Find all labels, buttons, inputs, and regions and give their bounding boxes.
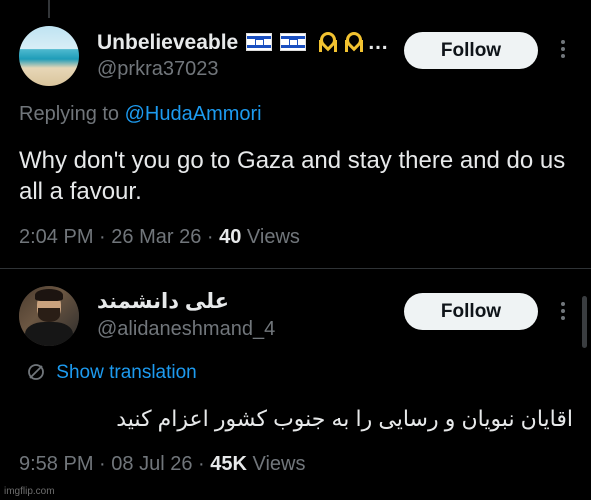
tweet-post[interactable]: Unbelieveable … @prkra37023 Follow Reply… <box>0 0 591 268</box>
yellow-ribbon-icon <box>344 32 358 52</box>
avatar[interactable] <box>19 26 79 86</box>
tweet-date[interactable]: 08 Jul 26 <box>111 453 192 475</box>
replying-prefix: Replying to <box>19 103 120 125</box>
views-label: Views <box>246 226 300 248</box>
name-ellipsis: … <box>367 31 389 54</box>
show-translation-label[interactable]: Show translation <box>56 362 196 383</box>
replying-to-line: Replying to @HudaAmmori <box>19 103 262 126</box>
israel-flag-icon <box>246 33 273 51</box>
avatar[interactable] <box>19 286 79 346</box>
tweet-text: Why don't you go to Gaza and stay there … <box>19 147 566 205</box>
display-name-text[interactable]: Unbelieveable <box>97 31 238 54</box>
tweet-time[interactable]: 2:04 PM <box>19 226 93 248</box>
tweet-text: اقایان نبویان و رسایی را به جنوب کشور اع… <box>116 406 573 431</box>
tweet-date[interactable]: 26 Mar 26 <box>111 226 201 248</box>
views-count: 40 <box>219 226 242 248</box>
replying-to-link[interactable]: @HudaAmmori <box>125 103 262 125</box>
more-icon[interactable] <box>556 40 570 60</box>
globe-icon <box>27 363 45 387</box>
more-icon[interactable] <box>556 302 570 322</box>
post-divider <box>0 268 591 269</box>
tweet-meta: 2:04 PM · 26 Mar 26 · 40 Views <box>19 226 300 248</box>
watermark: imgflip.com <box>4 486 55 497</box>
tweet-time[interactable]: 9:58 PM <box>19 453 93 475</box>
display-name[interactable]: Unbelieveable … <box>97 31 388 55</box>
user-handle[interactable]: @alidaneshmand_4 <box>97 318 275 341</box>
israel-flag-icon <box>279 33 306 51</box>
follow-button[interactable]: Follow <box>404 293 538 330</box>
tweet-meta: 9:58 PM · 08 Jul 26 · 45K Views <box>19 453 306 475</box>
show-translation-link[interactable]: Show translation <box>27 362 197 387</box>
scrollbar[interactable] <box>582 296 587 348</box>
user-handle[interactable]: @prkra37023 <box>97 58 218 81</box>
views-label: Views <box>252 453 306 475</box>
display-name[interactable]: علی دانشمند <box>97 289 229 314</box>
views-count: 45K <box>210 453 247 475</box>
follow-button[interactable]: Follow <box>404 32 538 69</box>
yellow-ribbon-icon <box>318 32 332 52</box>
tweet-post[interactable]: علی دانشمند @alidaneshmand_4 Follow Show… <box>0 270 591 500</box>
